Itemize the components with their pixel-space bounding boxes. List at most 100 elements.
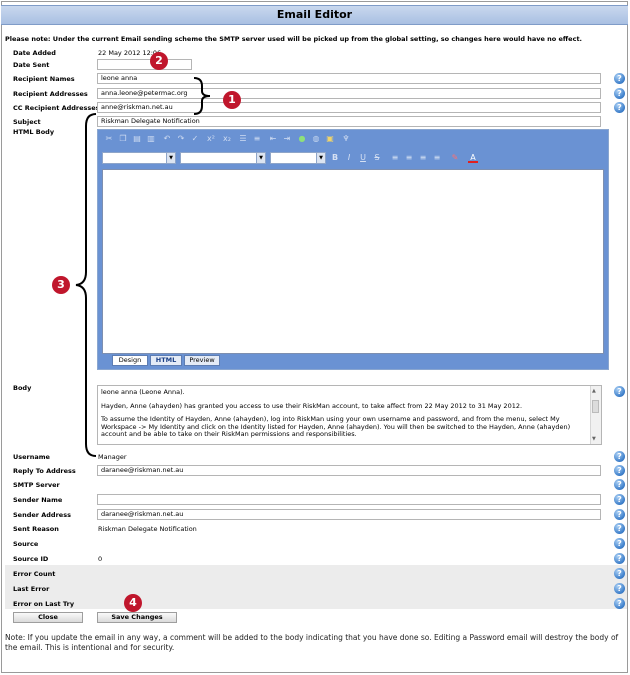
font-color-icon[interactable]: A	[468, 152, 478, 163]
label-recipient-addresses: Recipient Addresses	[13, 90, 88, 98]
help-icon[interactable]: ?	[614, 88, 625, 99]
body-textarea[interactable]: leone anna (Leone Anna). Hayden, Anne (a…	[97, 385, 602, 445]
bold-icon[interactable]: B	[330, 152, 340, 164]
sender-address-input[interactable]: daranee@riskman.net.au	[97, 509, 601, 520]
callout-3: 3	[52, 276, 70, 294]
label-date-added: Date Added	[13, 49, 56, 57]
label-smtp-server: SMTP Server	[13, 481, 60, 489]
help-icon[interactable]: ?	[614, 479, 625, 490]
label-source-id: Source ID	[13, 555, 49, 563]
page-title: Email Editor	[1, 5, 628, 25]
redo-icon[interactable]: ↷	[176, 134, 186, 144]
chevron-down-icon: ▼	[256, 153, 265, 163]
outdent-icon[interactable]: ⇤	[268, 134, 278, 144]
recipient-addresses-input[interactable]: anna.leone@petermac.org	[97, 88, 601, 99]
justify-icon[interactable]: ≡	[432, 152, 442, 164]
help-icon[interactable]: ?	[614, 386, 625, 397]
bracket-recipients	[193, 77, 211, 115]
align-right-icon[interactable]: ≡	[418, 152, 428, 164]
label-last-error: Last Error	[13, 585, 50, 593]
unlink-icon[interactable]: ◍	[311, 134, 321, 144]
size-select[interactable]: ▼	[270, 152, 326, 164]
help-icon[interactable]: ?	[614, 523, 625, 534]
value-username: Manager	[98, 453, 127, 461]
editor-mode-tabs: Design HTML Preview	[102, 354, 604, 368]
chevron-down-icon: ▼	[166, 153, 175, 163]
date-sent-input[interactable]	[97, 59, 192, 70]
body-paragraph: Hayden, Anne (ahayden) has granted you a…	[101, 401, 523, 410]
align-center-icon[interactable]: ≡	[404, 152, 414, 164]
paste-icon[interactable]: ▤	[132, 134, 142, 144]
italic-icon[interactable]: I	[344, 152, 354, 164]
scroll-up-icon[interactable]: ▲	[592, 388, 596, 394]
label-html-body: HTML Body	[13, 128, 55, 136]
scroll-thumb[interactable]	[592, 400, 599, 413]
value-source-id: 0	[98, 555, 103, 563]
recipient-names-input[interactable]: leone anna	[97, 73, 601, 84]
spellcheck-icon[interactable]: ✓	[190, 134, 200, 144]
smtp-notice: Please note: Under the current Email sen…	[5, 35, 583, 43]
label-username: Username	[13, 453, 50, 461]
link-icon[interactable]: ●	[297, 134, 307, 144]
help-icon[interactable]: ?	[614, 568, 625, 579]
unordered-list-icon[interactable]: ≡	[252, 134, 262, 144]
body-scrollbar[interactable]: ▲ ▼	[590, 386, 601, 444]
superscript-icon[interactable]: x²	[206, 134, 216, 144]
paste-text-icon[interactable]: ▥	[146, 134, 156, 144]
reply-to-input[interactable]: daranee@riskman.net.au	[97, 465, 601, 476]
save-changes-button[interactable]: Save Changes	[97, 612, 177, 623]
ordered-list-icon[interactable]: ☰	[238, 134, 248, 144]
tab-design[interactable]: Design	[112, 355, 148, 366]
help-icon[interactable]: ?	[614, 598, 625, 609]
undo-icon[interactable]: ↶	[162, 134, 172, 144]
html-body-editor: ✂ ❐ ▤ ▥ ↶ ↷ ✓ x² x₂ ☰ ≡ ⇤ ⇥ ● ◍ ▣ ♆ ▼ ▼ …	[97, 129, 609, 370]
indent-icon[interactable]: ⇥	[282, 134, 292, 144]
clean-icon[interactable]: ♆	[341, 134, 351, 144]
label-error-on-last-try: Error on Last Try	[13, 600, 75, 608]
label-sent-reason: Sent Reason	[13, 525, 59, 533]
image-icon[interactable]: ▣	[325, 134, 335, 144]
label-recipient-names: Recipient Names	[13, 75, 75, 83]
strike-icon[interactable]: S	[372, 152, 382, 164]
label-subject: Subject	[13, 118, 41, 126]
align-left-icon[interactable]: ≡	[390, 152, 400, 164]
label-cc-recipient-addresses: CC Recipient Addresses	[13, 104, 100, 112]
footer-note: Note: If you update the email in any way…	[5, 633, 619, 652]
editor-toolbar: ✂ ❐ ▤ ▥ ↶ ↷ ✓ x² x₂ ☰ ≡ ⇤ ⇥ ● ◍ ▣ ♆	[100, 132, 606, 147]
copy-icon[interactable]: ❐	[118, 134, 128, 144]
font-select[interactable]: ▼	[180, 152, 266, 164]
cc-recipient-addresses-input[interactable]: anne@riskman.net.au	[97, 102, 601, 113]
subject-input[interactable]: Riskman Delegate Notification	[97, 116, 601, 127]
help-icon[interactable]: ?	[614, 102, 625, 113]
format-toolbar: ▼ ▼ ▼ B I U S ≡ ≡ ≡ ≡ ✎ A	[100, 147, 606, 168]
tab-preview[interactable]: Preview	[184, 355, 220, 366]
highlight-icon[interactable]: ✎	[450, 152, 460, 164]
callout-2: 2	[150, 52, 168, 70]
value-sent-reason: Riskman Delegate Notification	[98, 525, 197, 533]
tab-html[interactable]: HTML	[150, 355, 182, 366]
help-icon[interactable]: ?	[614, 538, 625, 549]
label-error-count: Error Count	[13, 570, 56, 578]
scroll-down-icon[interactable]: ▼	[592, 436, 596, 442]
chevron-down-icon: ▼	[316, 153, 325, 163]
close-button[interactable]: Close	[13, 612, 83, 623]
bracket-body	[75, 113, 97, 457]
help-icon[interactable]: ?	[614, 451, 625, 462]
design-editing-area[interactable]	[102, 169, 604, 354]
help-icon[interactable]: ?	[614, 553, 625, 564]
help-icon[interactable]: ?	[614, 465, 625, 476]
label-sender-address: Sender Address	[13, 511, 71, 519]
sender-name-input[interactable]	[97, 494, 601, 505]
underline-icon[interactable]: U	[358, 152, 368, 164]
help-icon[interactable]: ?	[614, 73, 625, 84]
label-date-sent: Date Sent	[13, 61, 50, 69]
label-body: Body	[13, 384, 32, 392]
help-icon[interactable]: ?	[614, 583, 625, 594]
callout-4: 4	[124, 594, 142, 612]
help-icon[interactable]: ?	[614, 509, 625, 520]
help-icon[interactable]: ?	[614, 494, 625, 505]
cut-icon[interactable]: ✂	[104, 134, 114, 144]
subscript-icon[interactable]: x₂	[222, 134, 232, 144]
label-reply-to: Reply To Address	[13, 467, 76, 475]
style-select[interactable]: ▼	[102, 152, 176, 164]
